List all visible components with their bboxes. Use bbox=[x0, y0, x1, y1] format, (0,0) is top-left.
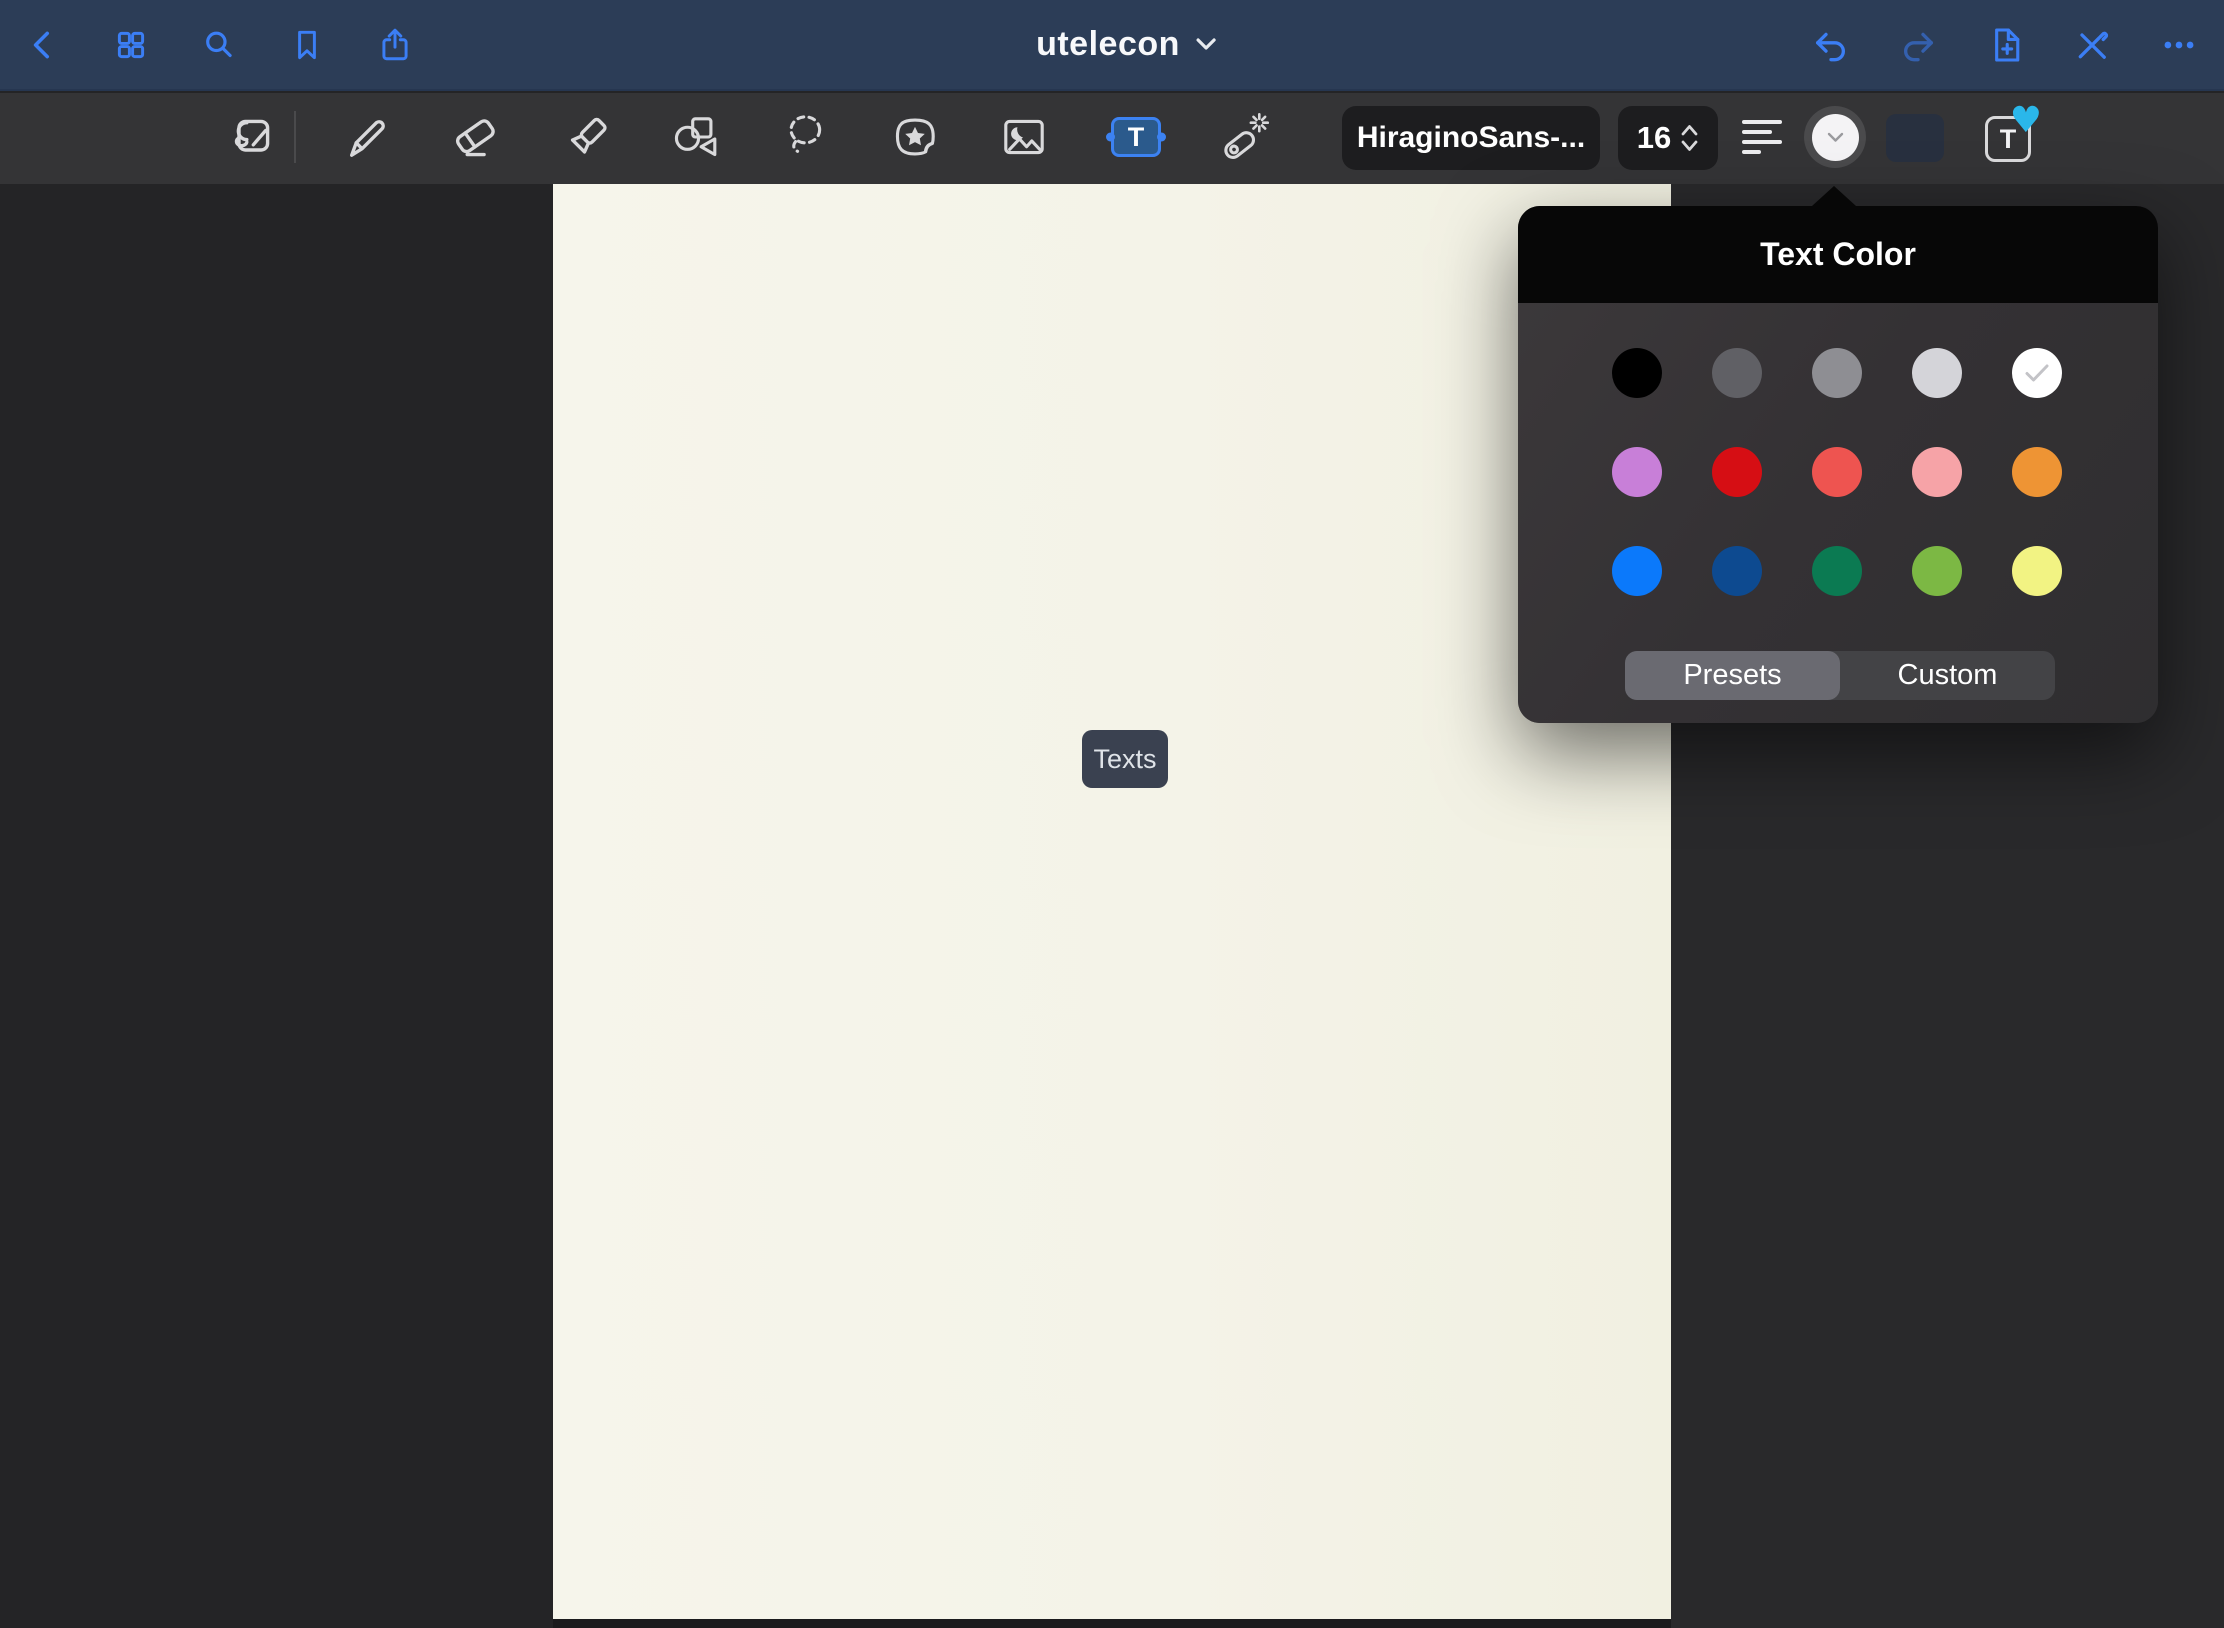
check-icon bbox=[2024, 363, 2050, 383]
swatch-grid bbox=[1587, 348, 2087, 596]
title-chevron-down-icon bbox=[1196, 38, 1216, 51]
add-page-icon bbox=[1985, 25, 2025, 65]
grid-icon bbox=[112, 26, 150, 64]
text-object-label: Texts bbox=[1093, 744, 1156, 775]
text-tool[interactable]: T bbox=[1108, 109, 1164, 165]
stop-editing-button[interactable] bbox=[2070, 23, 2114, 67]
lasso-icon bbox=[780, 111, 832, 163]
tab-presets[interactable]: Presets bbox=[1625, 651, 1840, 700]
ellipsis-icon bbox=[2159, 25, 2199, 65]
color-swatch-blue[interactable] bbox=[1612, 546, 1662, 596]
color-swatch-white[interactable] bbox=[2012, 348, 2062, 398]
popover-title: Text Color bbox=[1760, 236, 1916, 273]
share-icon bbox=[376, 26, 414, 64]
nav-left-group bbox=[21, 0, 417, 89]
lasso-tool[interactable] bbox=[778, 109, 834, 165]
undo-icon bbox=[1811, 25, 1851, 65]
text-color-popover: Text Color Presets Custom bbox=[1518, 206, 2158, 723]
document-title-menu[interactable]: utelecon bbox=[1036, 0, 1216, 89]
text-align-button[interactable] bbox=[1736, 111, 1788, 163]
color-swatch-red[interactable] bbox=[1712, 447, 1762, 497]
more-button[interactable] bbox=[2157, 23, 2201, 67]
font-size-stepper[interactable]: 16 bbox=[1618, 106, 1718, 170]
bookmark-button[interactable] bbox=[285, 23, 329, 67]
color-swatch-gray[interactable] bbox=[1812, 348, 1862, 398]
pen-icon bbox=[340, 111, 392, 163]
tools-toolbar: T HiraginoSans-... 16 T ♥ bbox=[0, 93, 2224, 184]
laser-pointer-icon bbox=[1219, 111, 1271, 163]
presets-custom-segmented-control: Presets Custom bbox=[1625, 651, 2055, 700]
back-button[interactable] bbox=[21, 23, 65, 67]
shapes-icon bbox=[668, 111, 720, 163]
color-chevron-down-icon bbox=[1827, 132, 1844, 143]
text-background-button[interactable] bbox=[1886, 114, 1944, 162]
page-bottom-edge bbox=[553, 1619, 1671, 1628]
share-button[interactable] bbox=[373, 23, 417, 67]
font-size-value: 16 bbox=[1637, 120, 1671, 156]
color-swatch-purple[interactable] bbox=[1612, 447, 1662, 497]
document-title: utelecon bbox=[1036, 25, 1180, 64]
top-navigation-bar: utelecon bbox=[0, 0, 2224, 91]
nav-right-group bbox=[1809, 0, 2201, 89]
redo-button[interactable] bbox=[1896, 23, 1940, 67]
pan-mode-tool[interactable] bbox=[224, 109, 280, 165]
photo-icon bbox=[998, 111, 1050, 163]
shapes-tool[interactable] bbox=[666, 109, 722, 165]
eraser-icon bbox=[449, 111, 501, 163]
color-swatch-navy-blue[interactable] bbox=[1712, 546, 1762, 596]
font-family-label: HiraginoSans-... bbox=[1357, 121, 1585, 155]
notebook-page[interactable] bbox=[553, 184, 1671, 1628]
thumbnails-button[interactable] bbox=[109, 23, 153, 67]
text-color-button[interactable] bbox=[1804, 106, 1866, 168]
app-window: utelecon bbox=[0, 0, 2224, 1628]
color-swatch-pink[interactable] bbox=[1912, 447, 1962, 497]
text-object[interactable]: Texts bbox=[1082, 730, 1168, 788]
undo-button[interactable] bbox=[1809, 23, 1853, 67]
image-tool[interactable] bbox=[996, 109, 1052, 165]
popover-arrow bbox=[1812, 186, 1856, 206]
laser-pointer-tool[interactable] bbox=[1217, 109, 1273, 165]
align-left-icon bbox=[1742, 120, 1782, 124]
color-swatch-yellow[interactable] bbox=[2012, 546, 2062, 596]
bookmark-icon bbox=[288, 26, 326, 64]
highlighter-tool[interactable] bbox=[559, 109, 615, 165]
popover-header: Text Color bbox=[1518, 206, 2158, 303]
font-family-button[interactable]: HiraginoSans-... bbox=[1342, 106, 1600, 170]
favorite-text-style-button[interactable]: T ♥ bbox=[1979, 109, 2035, 165]
text-tool-active-icon: T bbox=[1111, 117, 1161, 157]
color-swatch-dark-gray[interactable] bbox=[1712, 348, 1762, 398]
text-style-icon: T ♥ bbox=[1985, 116, 2031, 162]
heart-icon: ♥ bbox=[2010, 103, 2042, 139]
search-icon bbox=[200, 26, 238, 64]
add-page-button[interactable] bbox=[1983, 23, 2027, 67]
back-chevron-icon bbox=[24, 26, 62, 64]
notebook-pen-icon bbox=[226, 111, 278, 163]
toolbar-divider bbox=[294, 111, 296, 163]
color-swatch-light-green[interactable] bbox=[1912, 546, 1962, 596]
pen-slash-icon bbox=[2072, 25, 2112, 65]
color-swatch-orange[interactable] bbox=[2012, 447, 2062, 497]
search-button[interactable] bbox=[197, 23, 241, 67]
star-sticker-icon bbox=[889, 111, 941, 163]
current-color-swatch bbox=[1812, 114, 1859, 161]
tab-custom[interactable]: Custom bbox=[1840, 651, 2055, 700]
redo-icon bbox=[1898, 25, 1938, 65]
stepper-chevrons-icon bbox=[1680, 123, 1699, 153]
color-swatch-green[interactable] bbox=[1812, 546, 1862, 596]
elements-tool[interactable] bbox=[887, 109, 943, 165]
popover-body: Presets Custom bbox=[1518, 303, 2158, 723]
highlighter-icon bbox=[561, 111, 613, 163]
color-swatch-coral[interactable] bbox=[1812, 447, 1862, 497]
color-swatch-black[interactable] bbox=[1612, 348, 1662, 398]
eraser-tool[interactable] bbox=[447, 109, 503, 165]
pen-tool[interactable] bbox=[338, 109, 394, 165]
color-swatch-light-gray[interactable] bbox=[1912, 348, 1962, 398]
